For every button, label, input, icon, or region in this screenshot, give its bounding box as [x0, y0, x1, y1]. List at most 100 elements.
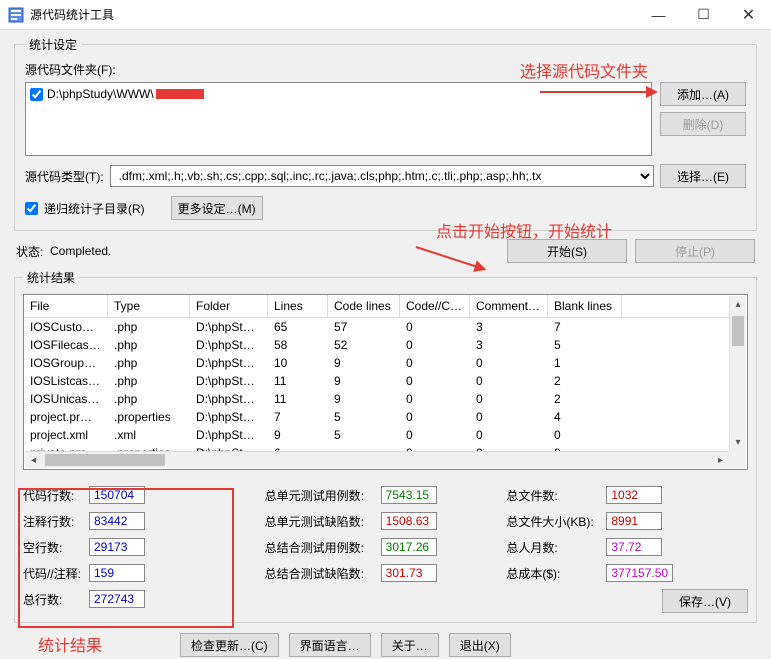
table-cell: 7: [548, 318, 622, 336]
window-controls: — ☐ ✕: [636, 0, 771, 30]
table-row[interactable]: project.xml.xmlD:\phpSt…95000: [24, 426, 747, 444]
table-cell: IOSFilecast…: [24, 336, 108, 354]
exit-button[interactable]: 退出(X): [449, 633, 511, 657]
combo-cases-value: 3017.26: [381, 538, 437, 556]
table-cell: 52: [328, 336, 400, 354]
status-label: 状态:: [16, 243, 43, 260]
table-cell: 0: [400, 336, 470, 354]
table-cell: 0: [400, 354, 470, 372]
table-cell: 5: [548, 336, 622, 354]
results-table[interactable]: File Type Folder Lines Code lines Code//…: [23, 294, 748, 470]
comment-lines-value: 83442: [89, 512, 145, 530]
table-cell: 0: [470, 426, 548, 444]
table-cell: .properties: [108, 408, 190, 426]
folder-list[interactable]: D:\phpStudy\WWW\: [25, 82, 652, 156]
stop-button[interactable]: 停止(P): [635, 239, 755, 263]
code-comment-value: 159: [89, 564, 145, 582]
horizontal-scrollbar[interactable]: ◂ ▸: [25, 451, 729, 468]
code-lines-label: 代码行数:: [23, 487, 83, 504]
col-type[interactable]: Type: [108, 295, 190, 317]
table-row[interactable]: IOSListcast….phpD:\phpSt…119002: [24, 372, 747, 390]
table-cell: .xml: [108, 426, 190, 444]
table-cell: 65: [268, 318, 328, 336]
status-row: 状态: Completed. 开始(S) 停止(P): [14, 239, 757, 263]
table-cell: 11: [268, 390, 328, 408]
table-cell: IOSGroupc…: [24, 354, 108, 372]
delete-folder-button[interactable]: 删除(D): [660, 112, 746, 136]
results-legend: 统计结果: [23, 269, 79, 286]
table-cell: 57: [328, 318, 400, 336]
combo-defects-label: 总结合测试缺陷数:: [265, 565, 375, 582]
table-cell: 5: [328, 426, 400, 444]
about-button[interactable]: 关于…: [381, 633, 439, 657]
folder-list-item[interactable]: D:\phpStudy\WWW\: [30, 87, 647, 101]
table-row[interactable]: IOSGroupc….phpD:\phpSt…109001: [24, 354, 747, 372]
minimize-button[interactable]: —: [636, 0, 681, 30]
maximize-button[interactable]: ☐: [681, 0, 726, 30]
folder-checkbox[interactable]: [30, 88, 43, 101]
anno-result-label: 统计结果: [38, 632, 102, 656]
table-cell: 7: [268, 408, 328, 426]
summary: 代码行数:150704 注释行数:83442 空行数:29173 代码//注释:…: [23, 482, 748, 614]
save-button[interactable]: 保存…(V): [662, 589, 748, 613]
table-cell: 0: [400, 390, 470, 408]
recurse-checkbox[interactable]: [25, 202, 38, 215]
table-row[interactable]: IOSFilecast….phpD:\phpSt…5852035: [24, 336, 747, 354]
bottom-buttons: 检查更新…(C) 界面语言… 关于… 退出(X): [180, 633, 511, 657]
unit-cases-value: 7543.15: [381, 486, 437, 504]
col-folder[interactable]: Folder: [190, 295, 268, 317]
vertical-scrollbar[interactable]: ▴ ▾: [729, 296, 746, 451]
combo-defects-value: 301.73: [381, 564, 437, 582]
scroll-up-icon[interactable]: ▴: [730, 296, 747, 313]
scroll-left-icon[interactable]: ◂: [25, 452, 42, 469]
unit-defects-value: 1508.63: [381, 512, 437, 530]
table-row[interactable]: IOSUnicast….phpD:\phpSt…119002: [24, 390, 747, 408]
add-folder-button[interactable]: 添加…(A): [660, 82, 746, 106]
table-cell: 2: [548, 372, 622, 390]
table-cell: 5: [328, 408, 400, 426]
type-select[interactable]: .dfm;.xml;.h;.vb;.sh;.cs;.cpp;.sql;.inc;…: [110, 165, 654, 187]
total-lines-value: 272743: [89, 590, 145, 608]
scroll-right-icon[interactable]: ▸: [712, 452, 729, 469]
table-cell: 9: [328, 390, 400, 408]
table-cell: 0: [400, 372, 470, 390]
status-value: Completed.: [50, 244, 499, 258]
folder-path: D:\phpStudy\WWW\: [47, 87, 204, 101]
table-cell: project.xml: [24, 426, 108, 444]
table-row[interactable]: project.pr….propertiesD:\phpSt…75004: [24, 408, 747, 426]
col-comment[interactable]: Comment…: [470, 295, 548, 317]
col-codeco[interactable]: Code//Co…: [400, 295, 470, 317]
col-lines[interactable]: Lines: [268, 295, 328, 317]
code-lines-value: 150704: [89, 486, 145, 504]
table-cell: 10: [268, 354, 328, 372]
table-row[interactable]: IOSCusto….phpD:\phpSt…6557037: [24, 318, 747, 336]
check-update-button[interactable]: 检查更新…(C): [180, 633, 279, 657]
table-cell: D:\phpSt…: [190, 426, 268, 444]
table-cell: 0: [400, 408, 470, 426]
more-settings-button[interactable]: 更多设定…(M): [171, 196, 263, 220]
scroll-thumb-h[interactable]: [45, 454, 165, 466]
start-button[interactable]: 开始(S): [507, 239, 627, 263]
table-cell: 11: [268, 372, 328, 390]
col-blank[interactable]: Blank lines: [548, 295, 622, 317]
person-month-value: 37.72: [606, 538, 662, 556]
total-lines-label: 总行数:: [23, 591, 83, 608]
close-button[interactable]: ✕: [726, 0, 771, 30]
table-cell: D:\phpSt…: [190, 336, 268, 354]
scroll-thumb-v[interactable]: [732, 316, 744, 346]
table-cell: D:\phpSt…: [190, 408, 268, 426]
col-codelines[interactable]: Code lines: [328, 295, 400, 317]
code-comment-label: 代码//注释:: [23, 565, 83, 582]
table-cell: 0: [400, 426, 470, 444]
col-file[interactable]: File: [24, 295, 108, 317]
scroll-down-icon[interactable]: ▾: [730, 434, 747, 451]
table-cell: 9: [328, 372, 400, 390]
table-cell: 3: [470, 318, 548, 336]
ui-lang-button[interactable]: 界面语言…: [289, 633, 371, 657]
settings-legend: 统计设定: [25, 36, 81, 53]
table-cell: 0: [470, 354, 548, 372]
select-types-button[interactable]: 选择…(E): [660, 164, 746, 188]
redacted-path: [156, 89, 204, 99]
table-cell: 0: [470, 408, 548, 426]
folder-path-text: D:\phpStudy\WWW\: [47, 87, 154, 101]
